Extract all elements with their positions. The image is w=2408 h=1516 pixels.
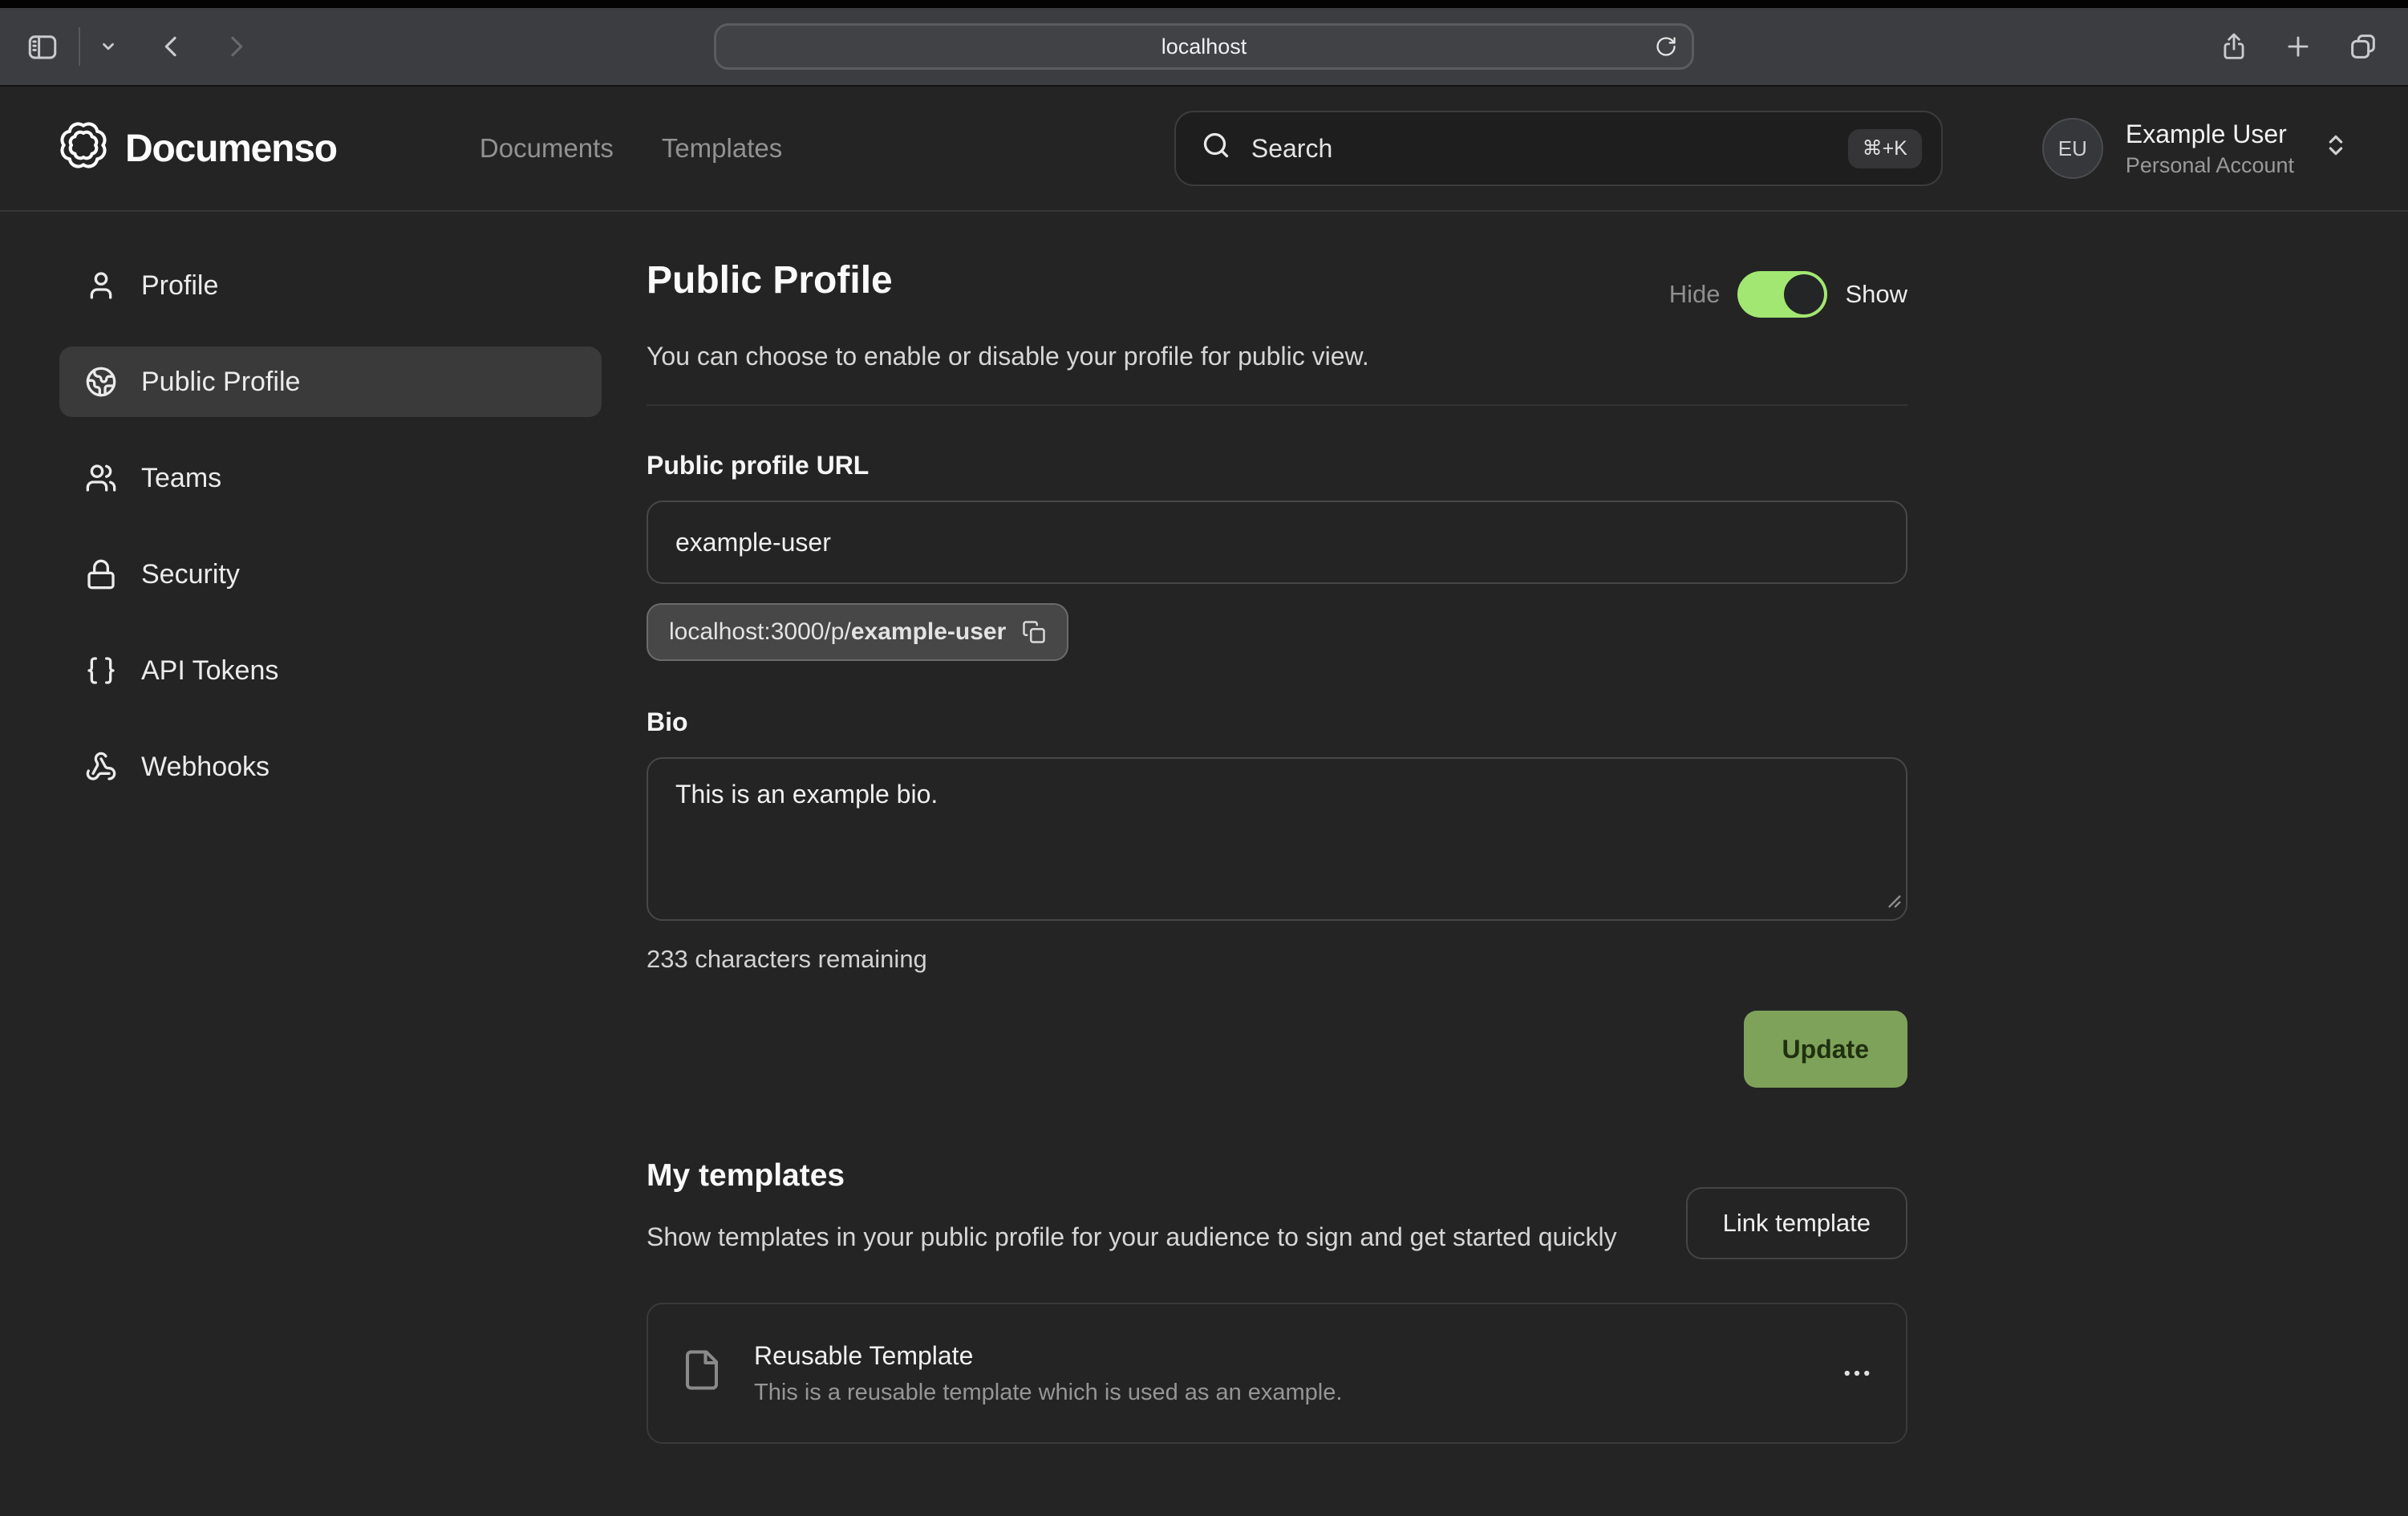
template-description: This is a reusable template which is use…	[754, 1376, 1342, 1409]
sidebar-item-profile[interactable]: Profile	[59, 250, 602, 321]
avatar: EU	[2042, 118, 2103, 179]
settings-sidebar: Profile Public Profile Teams	[59, 250, 602, 1516]
lock-icon	[85, 558, 117, 590]
template-title: Reusable Template	[754, 1338, 1342, 1373]
app-header: Documenso Documents Templates ⌘+K EU Exa…	[0, 87, 2408, 212]
sidebar-item-teams[interactable]: Teams	[59, 443, 602, 513]
visibility-toggle-row: Hide Show	[1669, 271, 1907, 318]
account-type: Personal Account	[2126, 152, 2294, 178]
sidebar-item-api-tokens[interactable]: API Tokens	[59, 635, 602, 706]
users-icon	[85, 462, 117, 494]
browser-toolbar-right	[2219, 30, 2379, 63]
sidebar-item-label: Security	[141, 559, 240, 590]
sidebar-toggle-icon[interactable]	[26, 30, 59, 63]
section-divider	[647, 404, 1907, 406]
profile-url-prefix: localhost:3000/p/	[669, 618, 851, 646]
account-menu[interactable]: EU Example User Personal Account	[2042, 118, 2349, 179]
top-nav: Documents Templates	[480, 133, 782, 164]
search-shortcut-badge: ⌘+K	[1848, 129, 1922, 168]
browser-toolbar: localhost	[0, 8, 2408, 87]
forward-icon[interactable]	[223, 32, 249, 61]
profile-url-copy-chip[interactable]: localhost:3000/p/example-user	[647, 603, 1068, 661]
page-title: Public Profile	[647, 257, 893, 305]
copy-icon[interactable]	[1022, 620, 1046, 644]
braces-icon	[85, 655, 117, 687]
reload-icon[interactable]	[1655, 35, 1677, 58]
account-meta: Example User Personal Account	[2126, 119, 2294, 179]
share-icon[interactable]	[2219, 30, 2249, 63]
bio-textarea-wrap: This is an example bio.	[647, 757, 1907, 921]
address-bar[interactable]: localhost	[714, 23, 1694, 70]
search-icon	[1202, 131, 1230, 166]
sidebar-item-label: Webhooks	[141, 752, 270, 783]
resize-handle-icon[interactable]	[1885, 886, 1903, 916]
content: Profile Public Profile Teams	[0, 212, 2408, 1516]
webhook-icon	[85, 751, 117, 783]
address-url: localhost	[1161, 34, 1247, 59]
main-panel: Public Profile Hide Show You can choose …	[647, 250, 1907, 1516]
new-tab-icon[interactable]	[2283, 31, 2313, 62]
templates-section-description: Show templates in your public profile fo…	[647, 1216, 1686, 1258]
profile-url-label: Public profile URL	[647, 449, 1907, 481]
sidebar-item-label: Public Profile	[141, 367, 300, 398]
bio-characters-remaining: 233 characters remaining	[647, 943, 1907, 975]
templates-section-title: My templates	[647, 1155, 1686, 1197]
link-template-button[interactable]: Link template	[1686, 1187, 1907, 1259]
template-card[interactable]: Reusable Template This is a reusable tem…	[647, 1303, 1907, 1444]
template-more-menu-button[interactable]	[1840, 1356, 1874, 1390]
search-bar[interactable]: ⌘+K	[1174, 111, 1943, 186]
sidebar-item-label: Profile	[141, 270, 218, 302]
user-icon	[85, 270, 117, 302]
profile-url-input[interactable]	[647, 501, 1907, 584]
update-row: Update	[647, 1011, 1907, 1088]
profile-url-slug: example-user	[851, 618, 1006, 646]
toolbar-divider	[79, 27, 80, 66]
account-name: Example User	[2126, 119, 2294, 149]
page-subtitle: You can choose to enable or disable your…	[647, 338, 1907, 374]
templates-header: My templates Show templates in your publ…	[647, 1155, 1907, 1259]
update-button[interactable]: Update	[1744, 1011, 1907, 1088]
sidebar-item-label: Teams	[141, 463, 221, 494]
chevron-down-icon[interactable]	[99, 38, 117, 55]
window-top-edge	[0, 0, 2408, 8]
browser-toolbar-left	[26, 27, 249, 66]
toggle-knob	[1784, 274, 1824, 314]
bio-label: Bio	[647, 706, 1907, 738]
nav-templates[interactable]: Templates	[662, 133, 782, 164]
brand[interactable]: Documenso	[59, 121, 337, 176]
template-meta: Reusable Template This is a reusable tem…	[754, 1338, 1342, 1409]
toggle-hide-label: Hide	[1669, 280, 1721, 309]
nav-documents[interactable]: Documents	[480, 133, 614, 164]
sidebar-item-public-profile[interactable]: Public Profile	[59, 347, 602, 417]
documenso-logo-icon	[59, 121, 107, 176]
brand-name: Documenso	[125, 127, 337, 171]
file-icon	[680, 1348, 724, 1398]
globe-icon	[85, 366, 117, 398]
bio-textarea[interactable]: This is an example bio.	[647, 757, 1907, 921]
sidebar-item-security[interactable]: Security	[59, 539, 602, 610]
templates-titles: My templates Show templates in your publ…	[647, 1155, 1686, 1258]
title-row: Public Profile Hide Show	[647, 250, 1907, 318]
back-icon[interactable]	[159, 32, 184, 61]
profile-visibility-toggle[interactable]	[1737, 271, 1827, 318]
tab-overview-icon[interactable]	[2347, 30, 2379, 63]
page: localhost	[0, 0, 2408, 1516]
search-input[interactable]	[1251, 134, 1848, 164]
sidebar-item-label: API Tokens	[141, 655, 278, 687]
toggle-show-label: Show	[1845, 280, 1907, 309]
chevrons-up-down-icon	[2323, 132, 2349, 164]
sidebar-item-webhooks[interactable]: Webhooks	[59, 732, 602, 802]
